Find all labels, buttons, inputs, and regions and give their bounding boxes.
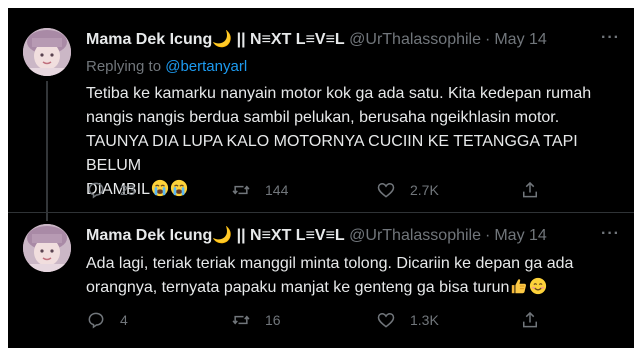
like-count: 1.3K: [410, 312, 439, 328]
more-options-icon[interactable]: ···: [601, 224, 620, 244]
separator-dot: ·: [485, 31, 491, 48]
tweet-text-line: Tetiba ke kamarku nanyain motor kok ga a…: [86, 85, 592, 102]
retweet-button[interactable]: 16: [231, 308, 281, 332]
retweet-icon: [232, 315, 250, 325]
tweet-header: Mama Dek Icung🌙 || N≡XT L≡V≡L @UrThalass…: [86, 226, 547, 246]
avatar[interactable]: [23, 28, 71, 76]
tweet-actions: 4 16 1.3K: [86, 308, 546, 332]
display-name[interactable]: Mama Dek Icung🌙 || N≡XT L≡V≡L: [86, 227, 345, 244]
share-icon: [523, 181, 537, 198]
replying-to-label: Replying to: [86, 58, 162, 75]
avatar[interactable]: [23, 224, 71, 272]
reply-button[interactable]: 4: [86, 308, 128, 332]
reply-icon: [88, 182, 104, 199]
tweet-text: Ada lagi, teriak teriak manggil minta to…: [86, 252, 616, 300]
tweet-text-line: TAUNYA DIA LUPA KALO MOTORNYA CUCIIN KE …: [86, 133, 578, 174]
reply-icon: [88, 312, 104, 329]
heart-icon: [377, 182, 395, 198]
retweet-button[interactable]: 144: [231, 178, 288, 202]
heart-icon: [377, 312, 395, 328]
tweet-1[interactable]: Mama Dek Icung🌙 || N≡XT L≡V≡L @UrThalass…: [8, 8, 634, 212]
retweet-icon: [232, 185, 250, 195]
tweet-text-line: nangis nangis berdua sambil pelukan, ber…: [86, 109, 560, 126]
tweet-2[interactable]: Mama Dek Icung🌙 || N≡XT L≡V≡L @UrThalass…: [8, 212, 634, 348]
tweet-text-line-with-emoji: orangnya, ternyata papaku manjat ke gent…: [86, 276, 616, 300]
tweet-thread-screenshot: Mama Dek Icung🌙 || N≡XT L≡V≡L @UrThalass…: [8, 8, 634, 348]
reply-button[interactable]: 23: [86, 178, 136, 202]
thumbs-up-icon: [512, 279, 527, 294]
tweet-date[interactable]: May 14: [494, 227, 546, 244]
tweet-text-line: Ada lagi, teriak teriak manggil minta to…: [86, 255, 574, 272]
like-button[interactable]: 2.7K: [376, 178, 439, 202]
reply-count: 4: [120, 312, 128, 328]
share-button[interactable]: [520, 178, 554, 202]
tweet-actions: 23 144 2.7K: [86, 178, 546, 202]
like-button[interactable]: 1.3K: [376, 308, 439, 332]
replying-to-line: Replying to @bertanyarl: [86, 58, 247, 75]
smiling-face-icon: [530, 277, 547, 295]
display-name[interactable]: Mama Dek Icung🌙 || N≡XT L≡V≡L: [86, 31, 345, 48]
tweet-date[interactable]: May 14: [494, 31, 546, 48]
tweet-text-line: orangnya, ternyata papaku manjat ke gent…: [86, 279, 510, 296]
share-button[interactable]: [520, 308, 554, 332]
tweet-header: Mama Dek Icung🌙 || N≡XT L≡V≡L @UrThalass…: [86, 30, 547, 50]
username-handle[interactable]: @UrThalassophile: [349, 31, 481, 48]
separator-dot: ·: [485, 227, 491, 244]
share-icon: [523, 311, 537, 328]
more-options-icon[interactable]: ···: [601, 28, 620, 48]
retweet-count: 144: [265, 182, 289, 198]
retweet-count: 16: [265, 312, 281, 328]
reply-count: 23: [120, 182, 136, 198]
like-count: 2.7K: [410, 182, 439, 198]
username-handle[interactable]: @UrThalassophile: [349, 227, 481, 244]
replying-to-mention-link[interactable]: @bertanyarl: [165, 58, 247, 75]
